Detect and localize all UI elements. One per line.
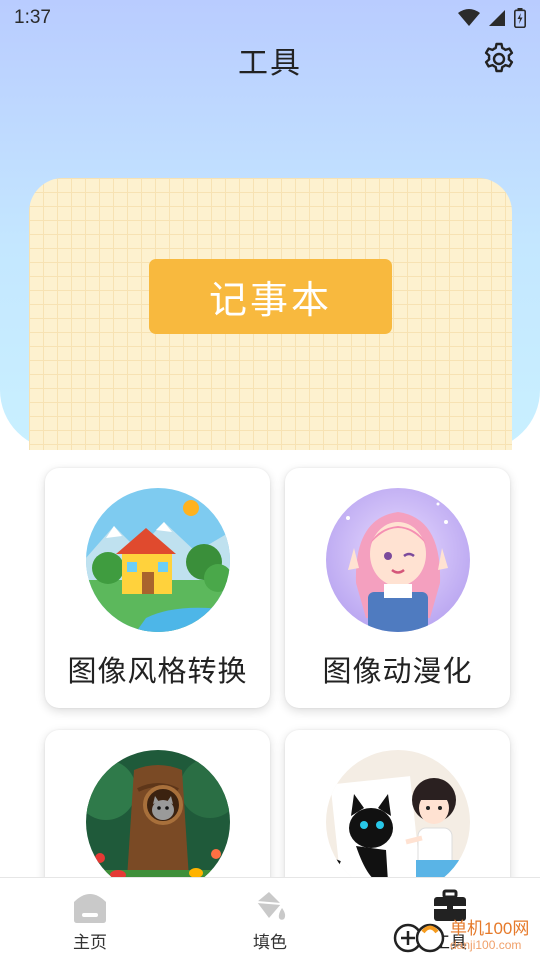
cottage-landscape-illustration bbox=[86, 488, 230, 632]
nav-item-home[interactable]: 主页 bbox=[0, 878, 180, 960]
signal-icon bbox=[489, 10, 505, 26]
watermark: 单机100网 danji100.com bbox=[390, 912, 540, 960]
black-cat-and-girl-drawing bbox=[326, 750, 470, 894]
settings-button[interactable] bbox=[480, 40, 518, 78]
status-icons bbox=[458, 8, 526, 28]
paint-bucket-icon bbox=[256, 892, 286, 920]
gear-icon bbox=[484, 42, 514, 73]
status-bar: 1:37 bbox=[0, 0, 540, 36]
notebook-button[interactable]: 记事本 bbox=[149, 259, 392, 334]
title-bar: 工具 bbox=[0, 38, 540, 82]
tool-label-style-transfer: 图像风格转换 bbox=[67, 654, 248, 688]
watermark-logo-icon bbox=[393, 923, 445, 953]
tree-hollow-cat-illustration bbox=[86, 750, 230, 894]
page-title: 工具 bbox=[238, 46, 302, 81]
tool-card-anime[interactable]: 图像动漫化 bbox=[285, 468, 510, 708]
tool-label-anime: 图像动漫化 bbox=[322, 654, 473, 688]
status-time: 1:37 bbox=[14, 7, 51, 28]
anime-girl-illustration bbox=[326, 488, 470, 632]
nav-item-coloring[interactable]: 填色 bbox=[180, 878, 360, 960]
watermark-text: 单机100网 danji100.com bbox=[450, 919, 530, 953]
nav-label-home: 主页 bbox=[73, 933, 107, 953]
tool-card-style-transfer[interactable]: 图像风格转换 bbox=[45, 468, 270, 708]
battery-icon bbox=[514, 8, 526, 28]
nav-label-coloring: 填色 bbox=[253, 933, 287, 953]
home-icon bbox=[74, 894, 106, 923]
watermark-title: 单机100网 bbox=[450, 919, 530, 938]
watermark-url: danji100.com bbox=[450, 938, 522, 952]
notebook-card: 记事本 bbox=[29, 178, 512, 450]
wifi-icon bbox=[458, 9, 480, 26]
